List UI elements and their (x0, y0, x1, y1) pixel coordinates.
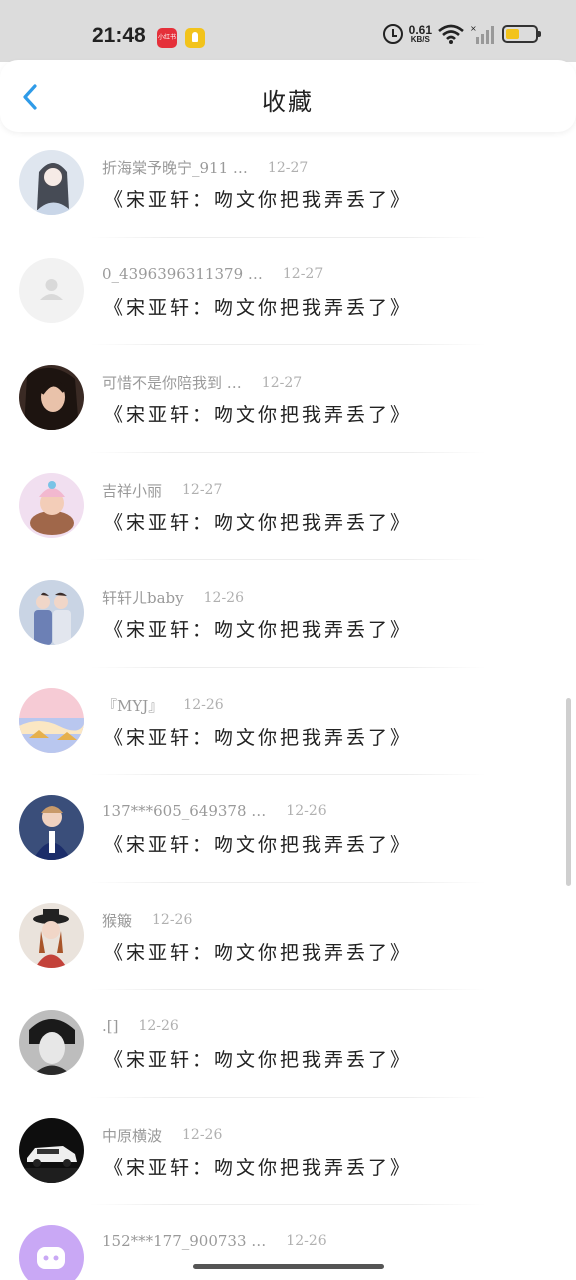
item-title[interactable]: 《宋亚轩：吻文你把我弄丢了》 (104, 400, 412, 427)
item-meta: 轩轩ㄦbaby 12-26 (102, 587, 244, 608)
item-meta: 折海棠予晚宁_911 … 12-27 (102, 157, 308, 178)
user-name[interactable]: 0_4396396311379 … (102, 265, 263, 283)
favorites-list[interactable]: 折海棠予晚宁_911 … 12-27 《宋亚轩：吻文你把我弄丢了》 0_4396396… (0, 130, 576, 1280)
svg-text:×: × (470, 24, 477, 33)
avatar[interactable] (19, 902, 84, 968)
item-date: 12-27 (182, 482, 223, 498)
wifi-icon (438, 24, 464, 44)
user-name[interactable]: 吉祥小丽 (102, 480, 162, 501)
user-name[interactable]: 中原横波 (102, 1125, 162, 1146)
status-time: 21:48 (92, 24, 146, 47)
item-date: 12-27 (282, 265, 324, 282)
item-date: 12-26 (183, 697, 224, 713)
avatar[interactable] (19, 365, 84, 430)
avatar[interactable] (19, 150, 84, 215)
user-name[interactable]: 猴簸 (102, 910, 132, 931)
item-title[interactable]: 《宋亚轩：吻文你把我弄丢了》 (104, 508, 412, 535)
item-meta: 0_4396396311379 … 12-27 (102, 265, 323, 283)
user-name[interactable]: 折海棠予晚宁_911 … (102, 157, 248, 178)
item-meta: 可惜不是你陪我到 … 12-27 (102, 372, 302, 393)
list-item[interactable]: 折海棠予晚宁_911 … 12-27 《宋亚轩：吻文你把我弄丢了》 (0, 130, 576, 238)
item-title[interactable]: 《宋亚轩：吻文你把我弄丢了》 (104, 1153, 412, 1180)
item-meta: 137***605_649378 … 12-26 (102, 802, 327, 820)
user-name[interactable]: 『MYJ』 (102, 695, 163, 716)
avatar[interactable] (19, 1225, 84, 1280)
item-title[interactable]: 《宋亚轩：吻文你把我弄丢了》 (104, 723, 412, 750)
network-speed-unit: KB/S (410, 35, 430, 44)
status-icons: 0.61 KB/S × (382, 24, 541, 44)
notification-app-icon (185, 28, 205, 48)
user-name[interactable]: 137***605_649378 … (102, 802, 266, 820)
avatar[interactable] (19, 580, 84, 645)
page-title: 收藏 (262, 88, 314, 116)
navigation-header: 收藏 (0, 60, 576, 132)
avatar[interactable] (19, 687, 84, 753)
avatar[interactable] (19, 1117, 84, 1183)
xiaohongshu-app-icon: 小红书 (157, 28, 177, 48)
item-title[interactable]: 《宋亚轩：吻文你把我弄丢了》 (104, 185, 412, 212)
network-speed: 0.61 KB/S (409, 24, 432, 44)
item-title[interactable]: 《宋亚轩：吻文你把我弄丢了》 (104, 293, 412, 320)
item-date: 12-26 (152, 912, 193, 928)
user-name[interactable]: 轩轩ㄦbaby (102, 587, 184, 608)
avatar[interactable] (19, 257, 84, 323)
item-date: 12-26 (138, 1018, 179, 1034)
item-meta: .[] 12-26 (102, 1017, 179, 1035)
avatar[interactable] (19, 795, 84, 860)
list-item[interactable]: .[] 12-26 《宋亚轩：吻文你把我弄丢了》 (0, 990, 576, 1098)
item-meta: 152***177_900733 … 12-26 (102, 1232, 327, 1250)
list-item[interactable]: 『MYJ』 12-26 《宋亚轩：吻文你把我弄丢了》 (0, 668, 576, 775)
list-item[interactable]: 猴簸 12-26 《宋亚轩：吻文你把我弄丢了》 (0, 883, 576, 990)
item-title[interactable]: 《宋亚轩：吻文你把我弄丢了》 (104, 830, 412, 857)
item-date: 12-27 (261, 374, 303, 391)
list-item[interactable]: 可惜不是你陪我到 … 12-27 《宋亚轩：吻文你把我弄丢了》 (0, 345, 576, 453)
item-title[interactable]: 《宋亚轩：吻文你把我弄丢了》 (104, 615, 412, 642)
item-date: 12-26 (286, 1233, 327, 1249)
item-date: 12-26 (203, 589, 244, 606)
list-item[interactable]: 轩轩ㄦbaby 12-26 《宋亚轩：吻文你把我弄丢了》 (0, 560, 576, 668)
item-title[interactable]: 《宋亚轩：吻文你把我弄丢了》 (104, 938, 412, 965)
item-date: 12-27 (267, 159, 309, 176)
item-date: 12-26 (286, 803, 327, 819)
item-meta: 猴簸 12-26 (102, 910, 192, 931)
home-indicator[interactable] (193, 1264, 384, 1269)
list-item[interactable]: 0_4396396311379 … 12-27 《宋亚轩：吻文你把我弄丢了》 (0, 238, 576, 345)
battery-level (506, 29, 519, 39)
list-item[interactable]: 137***605_649378 … 12-26 《宋亚轩：吻文你把我弄丢了》 (0, 775, 576, 883)
avatar[interactable] (19, 1010, 84, 1075)
item-title[interactable]: 《宋亚轩：吻文你把我弄丢了》 (104, 1045, 412, 1072)
battery-icon (502, 25, 541, 43)
avatar[interactable] (19, 472, 84, 538)
scrollbar[interactable] (566, 698, 571, 886)
alarm-icon (382, 24, 403, 44)
item-meta: 吉祥小丽 12-27 (102, 480, 222, 501)
user-name[interactable]: 可惜不是你陪我到 … (102, 372, 242, 393)
item-meta: 中原横波 12-26 (102, 1125, 222, 1146)
item-meta: 『MYJ』 12-26 (102, 695, 224, 716)
item-date: 12-26 (182, 1127, 223, 1143)
list-item[interactable]: 吉祥小丽 12-27 《宋亚轩：吻文你把我弄丢了》 (0, 453, 576, 560)
signal-icon: × (470, 24, 494, 44)
user-name[interactable]: 152***177_900733 … (102, 1232, 266, 1250)
user-name[interactable]: .[] (102, 1017, 118, 1035)
status-bar: 21:48 小红书 0.61 KB/S × (0, 0, 576, 62)
list-item[interactable]: 中原横波 12-26 《宋亚轩：吻文你把我弄丢了》 (0, 1098, 576, 1205)
